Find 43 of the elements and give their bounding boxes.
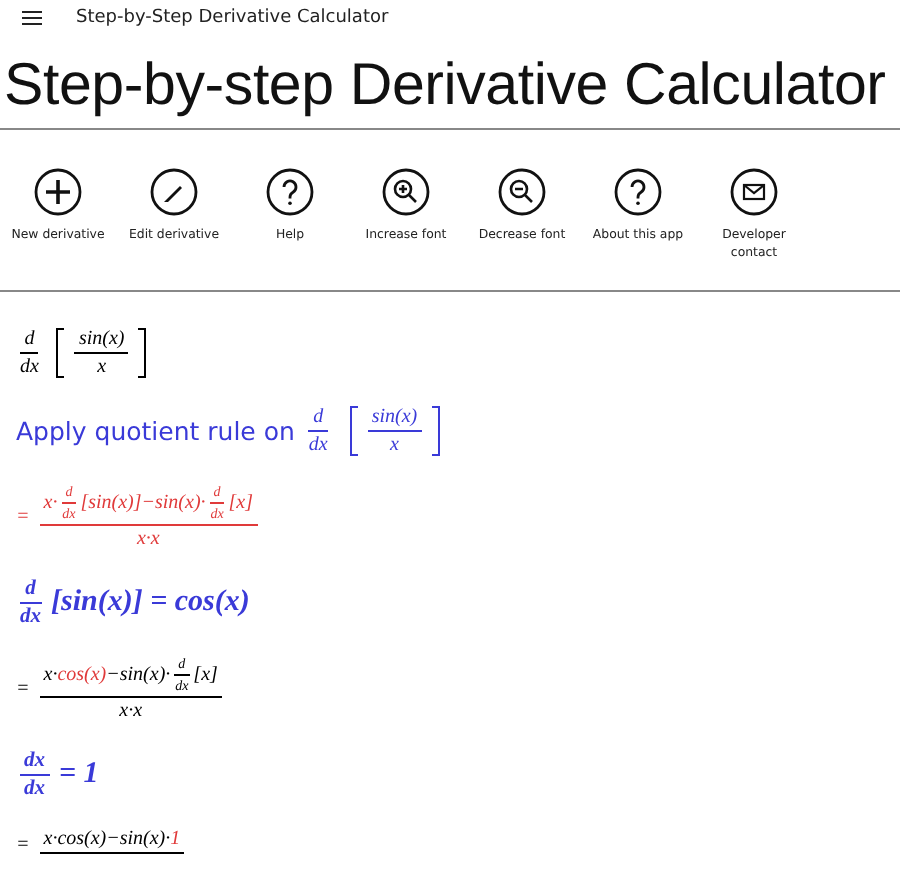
- math-term: dx: [24, 778, 45, 800]
- help-icon: [266, 168, 314, 216]
- math-term: x·: [43, 664, 58, 686]
- window-title: Step-by-Step Derivative Calculator: [76, 8, 389, 28]
- math-term: dx: [20, 606, 41, 628]
- step-description: Apply quotient rule on: [16, 416, 295, 446]
- left-bracket-drawing: [56, 328, 65, 378]
- math-term: d: [25, 578, 36, 600]
- math-term: [x]: [193, 664, 218, 686]
- math-term: d: [24, 328, 35, 350]
- right-bracket-drawing: [431, 406, 440, 456]
- math-term: [x]: [228, 492, 254, 514]
- zoom-out-icon: [498, 168, 546, 216]
- math-term: dx: [20, 356, 39, 378]
- plus-icon: [34, 168, 82, 216]
- math-term: x: [390, 434, 399, 456]
- pencil-icon: [150, 168, 198, 216]
- page-heading: Step-by-step Derivative Calculator: [2, 50, 888, 122]
- math-term: x·cos(x)−sin(x)·: [43, 828, 171, 850]
- math-term: dx: [24, 750, 45, 772]
- math-term: [sin(x)]−sin(x)·: [80, 492, 206, 514]
- math-term: x: [97, 356, 107, 378]
- math-term: −sin(x)·: [106, 664, 171, 686]
- math-term: cos(x): [57, 664, 107, 686]
- math-term: x·: [43, 492, 58, 514]
- math-term: sin(x): [78, 328, 125, 350]
- math-term: =: [16, 833, 30, 855]
- math-term: sin(x): [371, 406, 418, 428]
- menu-icon[interactable]: [22, 10, 42, 26]
- math-term: x·x: [136, 528, 160, 550]
- math-term: d: [313, 406, 324, 428]
- right-bracket-drawing: [138, 328, 147, 378]
- zoom-in-icon: [382, 168, 430, 216]
- help-icon: [614, 168, 662, 216]
- math-term: 1: [170, 828, 181, 850]
- math-term: dx: [308, 434, 328, 456]
- envelope-icon: [730, 168, 778, 216]
- math-term: x·x: [119, 700, 143, 722]
- left-bracket-drawing: [349, 406, 358, 456]
- math-term: =: [16, 506, 30, 528]
- math-term: = 1: [59, 758, 99, 792]
- math-term: =: [16, 678, 30, 700]
- math-term: [sin(x)] = cos(x): [51, 586, 250, 620]
